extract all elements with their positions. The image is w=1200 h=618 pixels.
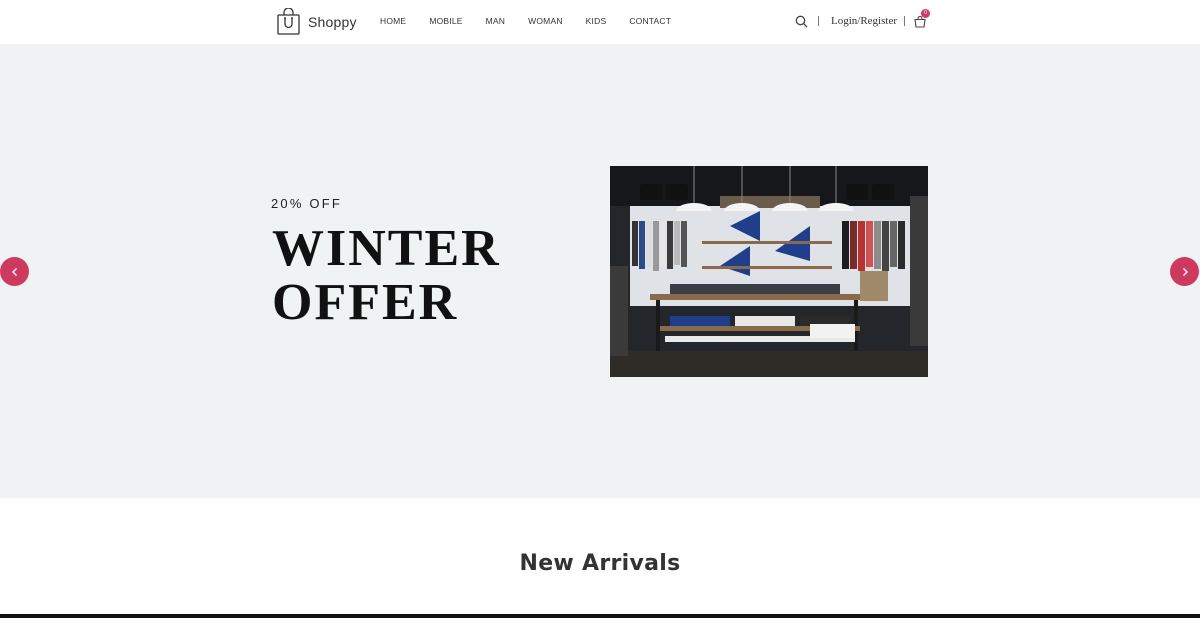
search-icon[interactable] (795, 15, 808, 28)
nav-item-contact[interactable]: CONTACT (629, 16, 671, 26)
cart-count-badge: 0 (921, 9, 930, 18)
chevron-left-icon (11, 267, 17, 276)
hero-slider: 20% OFF WINTER OFFER (0, 44, 1200, 498)
slider-prev-button[interactable] (0, 257, 29, 286)
main-nav: HOME MOBILE MAN WOMAN KIDS CONTACT (380, 16, 671, 26)
page-bottom-edge (0, 614, 1200, 618)
hero-store-image (610, 166, 928, 377)
brand-logo[interactable]: Shoppy (277, 8, 357, 35)
header-divider (818, 16, 819, 26)
site-header: Shoppy HOME MOBILE MAN WOMAN KIDS CONTAC… (0, 0, 1200, 44)
cart-button[interactable]: 0 (914, 9, 930, 28)
brand-name: Shoppy (308, 13, 357, 30)
slider-next-button[interactable] (1170, 257, 1199, 286)
shopping-bag-icon (277, 8, 300, 35)
hero-title: WINTER OFFER (272, 222, 572, 330)
chevron-right-icon (1182, 267, 1188, 276)
login-register-link[interactable]: Login/Register (831, 15, 897, 27)
nav-item-mobile[interactable]: MOBILE (429, 16, 462, 26)
header-divider (904, 16, 905, 26)
nav-item-man[interactable]: MAN (486, 16, 506, 26)
nav-item-woman[interactable]: WOMAN (528, 16, 563, 26)
header-actions: Login/Register 0 (795, 9, 930, 31)
hero-title-line-2: OFFER (272, 274, 459, 331)
hero-title-line-1: WINTER (272, 220, 501, 277)
new-arrivals-heading: New Arrivals (519, 551, 681, 576)
nav-item-home[interactable]: HOME (380, 16, 406, 26)
hero-discount-text: 20% OFF (271, 196, 343, 211)
nav-item-kids[interactable]: KIDS (586, 16, 607, 26)
